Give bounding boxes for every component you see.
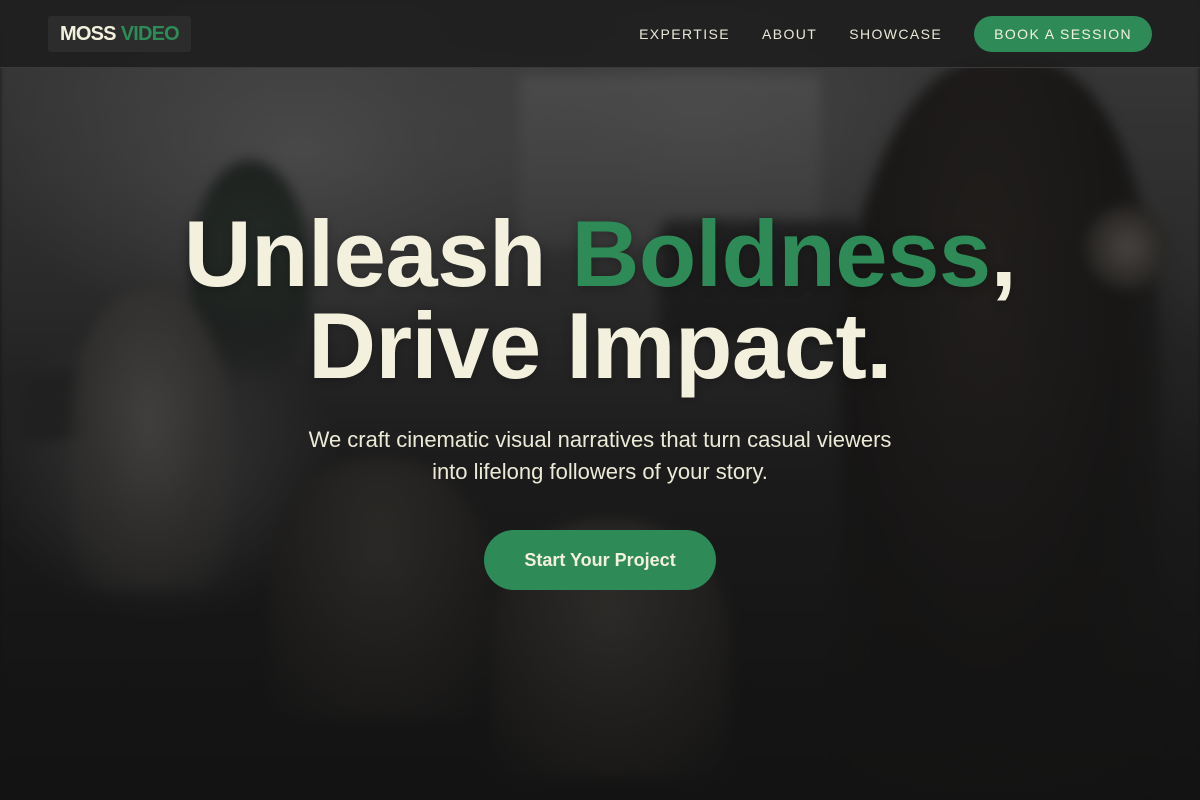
brand-logo[interactable]: MOSS VIDEO — [48, 16, 191, 52]
top-navbar: MOSS VIDEO EXPERTISE ABOUT SHOWCASE BOOK… — [0, 0, 1200, 68]
subtitle-line-two: into lifelong followers of your story. — [432, 459, 768, 484]
nav-link-expertise[interactable]: EXPERTISE — [639, 26, 730, 42]
start-project-button[interactable]: Start Your Project — [484, 530, 716, 590]
headline-accent-boldness: Boldness — [571, 201, 992, 306]
logo-word-moss: MOSS — [60, 22, 116, 45]
headline-word-unleash: Unleash — [183, 201, 547, 306]
subtitle-line-one: We craft cinematic visual narratives tha… — [308, 427, 892, 452]
main-nav: EXPERTISE ABOUT SHOWCASE BOOK A SESSION — [639, 16, 1152, 52]
headline-line-two: Drive Impact. — [308, 293, 892, 398]
nav-link-about[interactable]: ABOUT — [762, 26, 817, 42]
hero-headline: Unleash Boldness, Drive Impact. — [0, 207, 1200, 393]
logo-word-video: VIDEO — [120, 22, 180, 45]
headline-comma: , — [990, 201, 1017, 306]
nav-link-showcase[interactable]: SHOWCASE — [849, 26, 942, 42]
hero-section: Unleash Boldness, Drive Impact. We craft… — [0, 207, 1200, 590]
book-session-button[interactable]: BOOK A SESSION — [974, 16, 1152, 52]
hero-subtitle: We craft cinematic visual narratives tha… — [250, 424, 950, 488]
landing-page: MOSS VIDEO EXPERTISE ABOUT SHOWCASE BOOK… — [0, 0, 1200, 800]
